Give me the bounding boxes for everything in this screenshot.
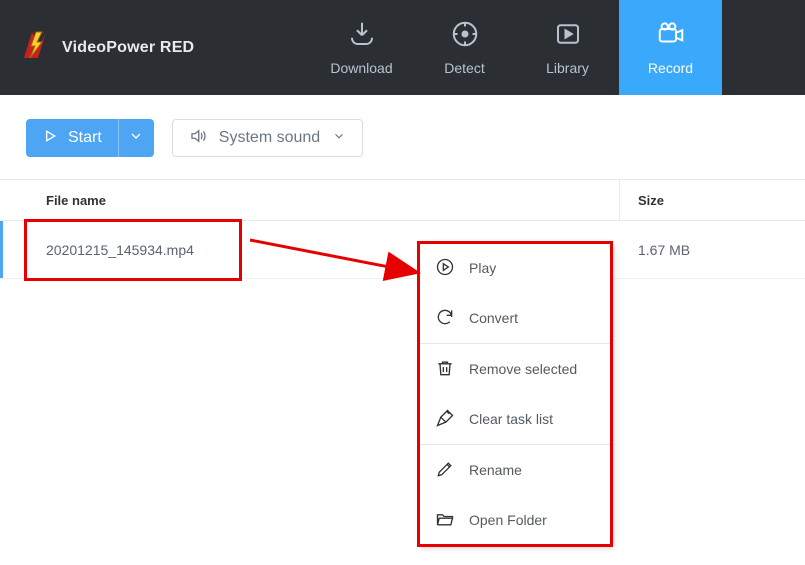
topbar: VideoPower RED Download Detect: [0, 0, 805, 95]
sound-source-label: System sound: [219, 129, 320, 147]
app-logo-icon: [18, 28, 52, 67]
sound-source-button[interactable]: System sound: [172, 119, 363, 157]
cell-size: 1.67 MB: [620, 242, 805, 258]
trash-icon: [435, 358, 455, 381]
tab-download[interactable]: Download: [310, 0, 413, 95]
ctx-play-label: Play: [469, 260, 496, 276]
start-dropdown[interactable]: [118, 119, 154, 157]
ctx-clear[interactable]: Clear task list: [419, 394, 611, 444]
play-outline-icon: [435, 257, 455, 280]
context-menu: Play Convert Remove selected Clear task …: [419, 243, 611, 545]
ctx-rename-label: Rename: [469, 462, 522, 478]
brand: VideoPower RED: [0, 0, 310, 95]
tab-library-label: Library: [546, 60, 589, 76]
start-button[interactable]: Start: [26, 119, 154, 157]
column-header-size[interactable]: Size: [620, 193, 805, 208]
ctx-convert[interactable]: Convert: [419, 293, 611, 343]
download-icon: [347, 19, 377, 54]
start-button-label: Start: [68, 129, 102, 147]
ctx-open-folder[interactable]: Open Folder: [419, 495, 611, 545]
tabs: Download Detect Library: [310, 0, 805, 95]
tab-download-label: Download: [330, 60, 392, 76]
ctx-remove-label: Remove selected: [469, 361, 577, 377]
detect-icon: [450, 19, 480, 54]
table-row[interactable]: 20201215_145934.mp4 1.67 MB: [0, 221, 805, 279]
tab-record[interactable]: Record: [619, 0, 722, 95]
ctx-play[interactable]: Play: [419, 243, 611, 293]
ctx-remove[interactable]: Remove selected: [419, 344, 611, 394]
ctx-open-folder-label: Open Folder: [469, 512, 547, 528]
column-header-filename[interactable]: File name: [0, 180, 620, 220]
folder-open-icon: [435, 509, 455, 532]
tab-record-label: Record: [648, 60, 693, 76]
tab-detect-label: Detect: [444, 60, 484, 76]
record-icon: [656, 19, 686, 54]
ctx-convert-label: Convert: [469, 310, 518, 326]
broom-icon: [435, 408, 455, 431]
chevron-down-icon: [128, 128, 144, 149]
tab-detect[interactable]: Detect: [413, 0, 516, 95]
ctx-rename[interactable]: Rename: [419, 445, 611, 495]
speaker-icon: [189, 127, 207, 150]
pencil-icon: [435, 459, 455, 482]
toolbar: Start System sound: [0, 95, 805, 179]
table-header: File name Size: [0, 179, 805, 221]
ctx-clear-label: Clear task list: [469, 411, 553, 427]
play-icon: [42, 128, 58, 149]
library-icon: [553, 19, 583, 54]
chevron-down-icon: [332, 129, 346, 148]
refresh-icon: [435, 307, 455, 330]
tab-library[interactable]: Library: [516, 0, 619, 95]
app-title: VideoPower RED: [62, 39, 194, 57]
